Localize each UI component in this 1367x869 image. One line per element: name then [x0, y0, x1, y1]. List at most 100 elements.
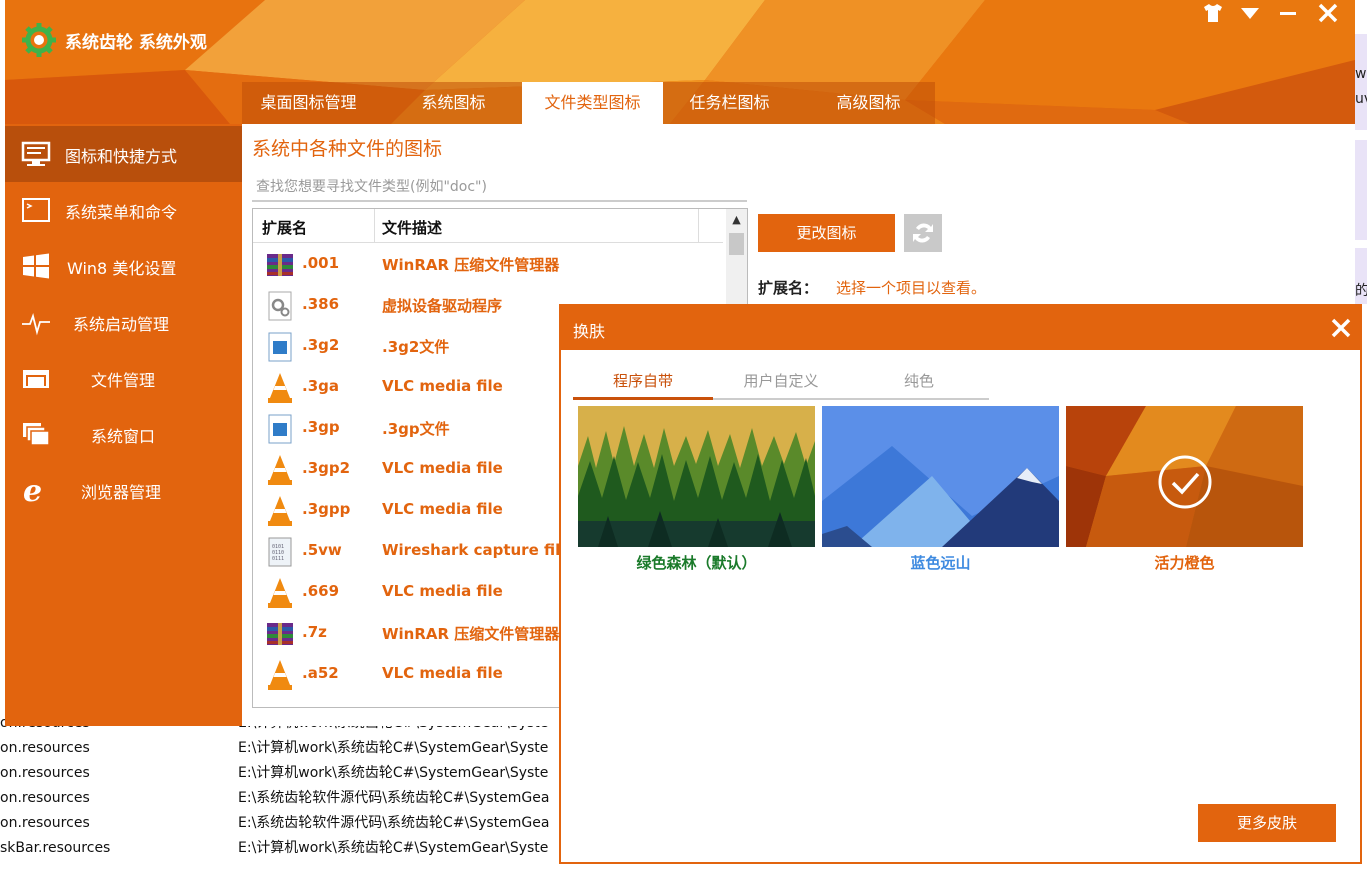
skin-shirt-icon[interactable]: [1200, 0, 1226, 26]
skin-dialog-header: 换肤: [561, 306, 1360, 350]
sidebar-item-label: 文件管理: [91, 371, 156, 390]
column-divider: [374, 209, 375, 243]
tab-taskbar-icons[interactable]: 任务栏图标: [667, 82, 792, 124]
background-file-path: E:\计算机work\系统齿轮C#\SystemGear\Syste: [238, 740, 549, 756]
svg-text:e: e: [23, 476, 42, 504]
tab-bar: 桌面图标管理 系统图标 文件类型图标 任务栏图标 高级图标: [242, 82, 935, 124]
sidebar-item-label: 浏览器管理: [81, 483, 162, 502]
sidebar-item-label: 系统窗口: [91, 427, 156, 446]
list-item-extension: .3gp2: [302, 459, 351, 477]
background-strip: [1355, 34, 1367, 130]
sidebar-item-icons-shortcuts[interactable]: 图标和快捷方式: [5, 126, 242, 182]
binary-file-icon: 010101100111: [268, 537, 292, 567]
monitor-icon: [21, 141, 51, 166]
skin-thumbnail-green-forest[interactable]: [578, 406, 815, 547]
list-item-extension: .001: [302, 254, 340, 272]
change-icon-button[interactable]: 更改图标: [758, 214, 895, 252]
background-file-path: E:\计算机work\系统齿轮C#\SystemGear\Syste: [238, 840, 549, 856]
list-item-extension: .5vw: [302, 541, 342, 559]
sidebar-item-system-menu[interactable]: 系统菜单和命令: [5, 182, 242, 238]
sidebar-item-label: 系统菜单和命令: [65, 203, 178, 222]
sidebar-item-system-windows[interactable]: 系统窗口: [5, 406, 242, 462]
tab-solid-color[interactable]: 纯色: [849, 368, 989, 400]
skin-caption: 蓝色远山: [910, 554, 971, 572]
background-strip: [1355, 140, 1367, 240]
scroll-up-icon[interactable]: ▲: [726, 209, 747, 231]
list-item[interactable]: .001 WinRAR 压缩文件管理器: [253, 244, 723, 285]
gear-file-icon: [268, 291, 292, 321]
vlc-icon: [268, 455, 292, 485]
more-skins-button[interactable]: 更多皮肤: [1198, 804, 1336, 842]
column-divider: [698, 209, 699, 243]
list-item-description: VLC media file: [382, 377, 503, 395]
desktop: w uv 的 on.resources E:\计算机work\系统齿轮C#\Sys…: [0, 0, 1367, 869]
list-item-description: WinRAR 压缩文件管理器: [382, 625, 560, 643]
background-fragment: 的: [1355, 283, 1367, 299]
sidebar: 图标和快捷方式 系统菜单和命令 Win8 美化设置 系统启动管理 文件管理 系统…: [5, 124, 242, 726]
ie-browser-icon: e: [23, 476, 42, 504]
sidebar-item-win8[interactable]: Win8 美化设置: [5, 238, 242, 294]
list-item-description: Wireshark capture file: [382, 541, 571, 559]
sidebar-item-file-management[interactable]: 文件管理: [5, 350, 242, 406]
column-header-extension[interactable]: 扩展名: [262, 217, 307, 238]
minimize-icon[interactable]: [1275, 0, 1301, 26]
sidebar-item-label: 系统启动管理: [73, 315, 170, 334]
list-item-description: VLC media file: [382, 500, 503, 518]
page-title: 系统中各种文件的图标: [252, 138, 443, 160]
tab-desktop-icons[interactable]: 桌面图标管理: [242, 82, 375, 124]
list-item-extension: .3ga: [302, 377, 339, 395]
list-item-description: 虚拟设备驱动程序: [382, 297, 503, 315]
list-item-extension: .669: [302, 582, 340, 600]
skin-thumbnail-orange[interactable]: [1066, 406, 1303, 547]
vlc-icon: [268, 578, 292, 608]
pulse-icon: [22, 312, 50, 336]
menu-dropdown-icon[interactable]: [1237, 0, 1263, 26]
close-icon[interactable]: [1328, 315, 1354, 341]
background-file-name: on.resources: [0, 790, 90, 806]
list-item-extension: .3gpp: [302, 500, 351, 518]
sidebar-item-label: 图标和快捷方式: [65, 147, 178, 166]
video-file-icon: [268, 414, 292, 444]
extension-value: 选择一个项目以查看。: [836, 279, 987, 297]
sidebar-item-startup[interactable]: 系统启动管理: [5, 294, 242, 350]
close-icon[interactable]: [1315, 0, 1341, 26]
list-item-extension: .3g2: [302, 336, 340, 354]
background-fragment: w: [1355, 66, 1367, 82]
background-fragment: uv: [1355, 91, 1367, 107]
tab-builtin-skins[interactable]: 程序自带: [573, 368, 713, 400]
refresh-icon[interactable]: [904, 214, 942, 252]
background-file-path: E:\系统齿轮软件源代码\系统齿轮C#\SystemGea: [238, 815, 550, 831]
sidebar-item-label: Win8 美化设置: [67, 259, 177, 278]
tab-custom-skins[interactable]: 用户自定义: [711, 368, 851, 400]
background-file-name: on.resources: [0, 765, 90, 781]
background-file-path: E:\计算机work\系统齿轮C#\SystemGear\Syste: [238, 765, 549, 781]
list-item-extension: .a52: [302, 664, 339, 682]
vlc-icon: [268, 496, 292, 526]
terminal-icon: [22, 198, 50, 222]
vlc-icon: [268, 660, 292, 690]
list-header: 扩展名 文件描述: [253, 209, 723, 243]
background-file-name: on.resources: [0, 815, 90, 831]
video-file-icon: [268, 332, 292, 362]
sidebar-item-browser[interactable]: e 浏览器管理: [5, 462, 242, 518]
skin-thumbnail-blue-mountain[interactable]: [822, 406, 1059, 547]
folder-icon: [23, 370, 49, 388]
list-item-description: VLC media file: [382, 582, 503, 600]
tab-system-icons[interactable]: 系统图标: [387, 82, 520, 124]
list-item-description: VLC media file: [382, 459, 503, 477]
list-item-extension: .3gp: [302, 418, 340, 436]
skin-caption: 绿色森林（默认）: [636, 554, 757, 572]
list-item-description: .3g2文件: [382, 338, 450, 356]
background-file-path: E:\系统齿轮软件源代码\系统齿轮C#\SystemGea: [238, 790, 550, 806]
list-item-description: VLC media file: [382, 664, 503, 682]
scroll-thumb[interactable]: [729, 233, 744, 255]
column-header-description[interactable]: 文件描述: [382, 217, 442, 238]
list-item-description: .3gp文件: [382, 420, 450, 438]
gear-logo-icon: [22, 23, 56, 57]
tab-file-type-icons[interactable]: 文件类型图标: [522, 82, 663, 124]
skin-dialog-title: 换肤: [573, 322, 606, 341]
tab-advanced-icons[interactable]: 高级图标: [802, 82, 935, 124]
search-input[interactable]: [252, 174, 747, 202]
vlc-icon: [268, 373, 292, 403]
skin-caption: 活力橙色: [1154, 554, 1215, 572]
